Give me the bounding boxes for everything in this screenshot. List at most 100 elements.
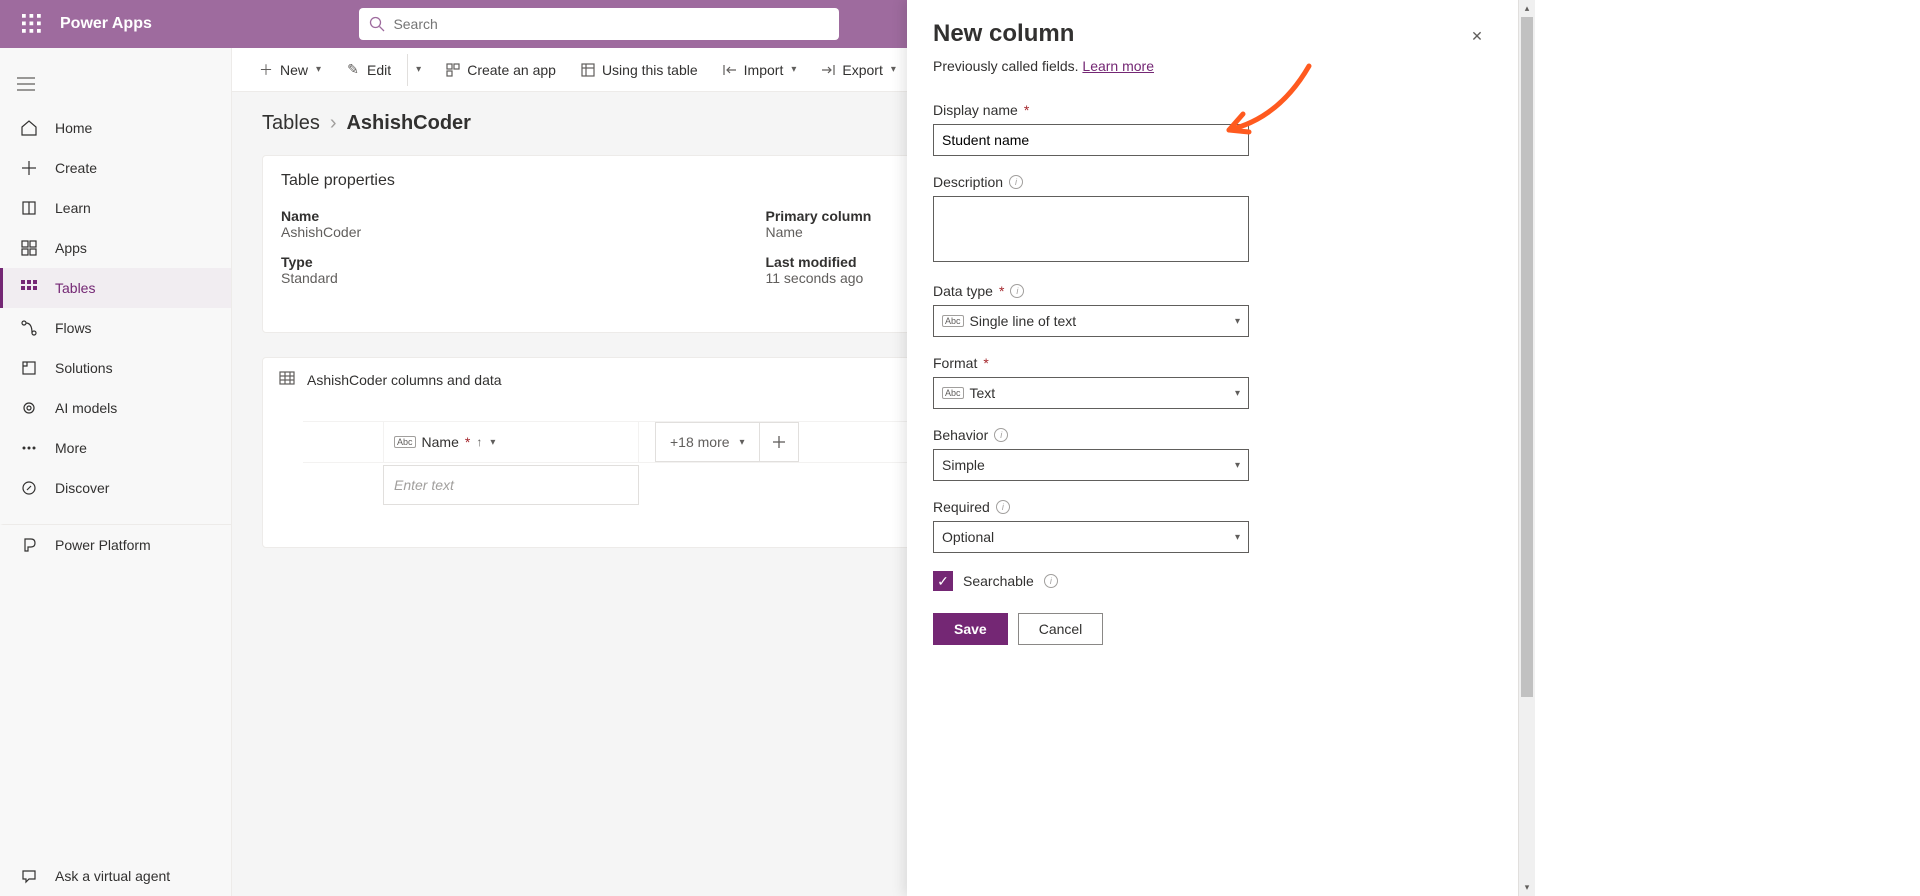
chevron-down-icon: ▾ bbox=[1235, 460, 1240, 471]
sort-asc-icon: ↑ bbox=[476, 435, 482, 449]
select-value: Single line of text bbox=[970, 313, 1077, 329]
scroll-down-arrow[interactable]: ▾ bbox=[1519, 879, 1535, 896]
ai-icon bbox=[19, 398, 39, 418]
app-icon bbox=[445, 62, 461, 78]
behavior-select[interactable]: Simple▾ bbox=[933, 449, 1249, 481]
book-icon bbox=[19, 198, 39, 218]
export-icon bbox=[820, 62, 836, 78]
chevron-down-icon: ▾ bbox=[490, 437, 495, 448]
column-header-name[interactable]: Abc Name* ↑ ▾ bbox=[383, 422, 639, 462]
nav-solutions[interactable]: Solutions bbox=[0, 348, 231, 388]
info-icon[interactable]: i bbox=[1009, 175, 1023, 189]
required-label: Requiredi bbox=[933, 499, 1249, 515]
cancel-button[interactable]: Cancel bbox=[1018, 613, 1104, 645]
cmd-label: Import bbox=[744, 62, 784, 78]
nav-item-label: Solutions bbox=[55, 360, 113, 376]
chevron-down-icon: ▾ bbox=[316, 64, 321, 75]
waffle-icon[interactable] bbox=[8, 0, 56, 48]
learn-more-link[interactable]: Learn more bbox=[1082, 58, 1154, 74]
chevron-down-icon: ▾ bbox=[416, 64, 421, 75]
cmd-edit-dropdown[interactable]: ▾ bbox=[407, 54, 431, 86]
prop-name-value: AshishCoder bbox=[281, 224, 726, 240]
flow-icon bbox=[19, 318, 39, 338]
card-title: Table properties bbox=[281, 172, 395, 190]
vertical-scrollbar[interactable]: ▴ ▾ bbox=[1518, 0, 1535, 896]
search-input[interactable] bbox=[393, 16, 829, 32]
info-icon[interactable]: i bbox=[996, 500, 1010, 514]
nav-ai-models[interactable]: AI models bbox=[0, 388, 231, 428]
cmd-edit[interactable]: ✎Edit bbox=[335, 54, 401, 86]
cmd-using-table[interactable]: Using this table bbox=[570, 54, 708, 86]
search-icon bbox=[369, 16, 385, 32]
subtitle-text: Previously called fields. bbox=[933, 58, 1082, 74]
more-columns[interactable]: +18 more▾ bbox=[655, 422, 760, 462]
cmd-new[interactable]: ＋New▾ bbox=[248, 54, 331, 86]
nav-home[interactable]: Home bbox=[0, 108, 231, 148]
nav-item-label: Create bbox=[55, 160, 97, 176]
required-select[interactable]: Optional▾ bbox=[933, 521, 1249, 553]
select-value: Optional bbox=[942, 529, 994, 545]
prop-type-value: Standard bbox=[281, 270, 726, 286]
plus-icon bbox=[19, 158, 39, 178]
prop-name-label: Name bbox=[281, 208, 726, 224]
nav-ask-agent[interactable]: Ask a virtual agent bbox=[0, 856, 231, 896]
nav-tables[interactable]: Tables bbox=[0, 268, 231, 308]
search-box[interactable] bbox=[359, 8, 839, 40]
display-name-label: Display name* bbox=[933, 102, 1249, 118]
display-name-input[interactable] bbox=[933, 124, 1249, 156]
scroll-thumb[interactable] bbox=[1521, 17, 1533, 697]
cmd-import[interactable]: Import▾ bbox=[712, 54, 807, 86]
nav-more[interactable]: More bbox=[0, 428, 231, 468]
panel-title: New column bbox=[933, 20, 1074, 48]
grid-icon bbox=[19, 238, 39, 258]
description-input[interactable] bbox=[933, 196, 1249, 262]
left-nav: Home Create Learn Apps Tables Flows Solu… bbox=[0, 48, 232, 896]
nav-item-label: Flows bbox=[55, 320, 92, 336]
select-value: Text bbox=[970, 385, 996, 401]
data-cell-input[interactable]: Enter text bbox=[383, 465, 639, 505]
nav-item-label: Discover bbox=[55, 480, 109, 496]
datatype-label: Data type*i bbox=[933, 283, 1249, 299]
compass-icon bbox=[19, 478, 39, 498]
new-column-panel: New column ✕ Previously called fields. L… bbox=[907, 0, 1519, 896]
info-icon[interactable]: i bbox=[994, 428, 1008, 442]
nav-item-label: AI models bbox=[55, 400, 117, 416]
table-icon bbox=[580, 62, 596, 78]
text-type-icon: Abc bbox=[942, 315, 964, 327]
searchable-checkbox[interactable]: ✓ bbox=[933, 571, 953, 591]
column-name: Name bbox=[422, 434, 459, 450]
description-label: Descriptioni bbox=[933, 174, 1249, 190]
add-column-button[interactable] bbox=[759, 422, 799, 462]
chat-icon bbox=[19, 866, 39, 886]
info-icon[interactable]: i bbox=[1044, 574, 1058, 588]
nav-power-platform[interactable]: Power Platform bbox=[0, 524, 231, 564]
cmd-label: Using this table bbox=[602, 62, 698, 78]
info-icon[interactable]: i bbox=[1010, 284, 1024, 298]
placeholder-text: Enter text bbox=[394, 477, 454, 493]
chevron-down-icon: ▾ bbox=[1235, 316, 1240, 327]
more-icon bbox=[19, 438, 39, 458]
breadcrumb-root[interactable]: Tables bbox=[262, 112, 320, 135]
home-icon bbox=[19, 118, 39, 138]
nav-discover[interactable]: Discover bbox=[0, 468, 231, 508]
hamburger-icon[interactable] bbox=[2, 60, 50, 108]
format-label: Format* bbox=[933, 355, 1249, 371]
panel-subtitle: Previously called fields. Learn more bbox=[933, 58, 1493, 74]
cmd-create-app[interactable]: Create an app bbox=[435, 54, 566, 86]
nav-create[interactable]: Create bbox=[0, 148, 231, 188]
nav-item-label: Learn bbox=[55, 200, 91, 216]
app-title: Power Apps bbox=[60, 15, 152, 33]
nav-flows[interactable]: Flows bbox=[0, 308, 231, 348]
nav-item-label: Apps bbox=[55, 240, 87, 256]
cmd-export[interactable]: Export▾ bbox=[810, 54, 906, 86]
nav-learn[interactable]: Learn bbox=[0, 188, 231, 228]
nav-apps[interactable]: Apps bbox=[0, 228, 231, 268]
close-button[interactable]: ✕ bbox=[1461, 20, 1493, 52]
cmd-label: Edit bbox=[367, 62, 391, 78]
format-select[interactable]: AbcText▾ bbox=[933, 377, 1249, 409]
save-button[interactable]: Save bbox=[933, 613, 1008, 645]
nav-item-label: Tables bbox=[55, 280, 95, 296]
datatype-select[interactable]: Abc Single line of text ▾ bbox=[933, 305, 1249, 337]
cmd-label: New bbox=[280, 62, 308, 78]
scroll-up-arrow[interactable]: ▴ bbox=[1519, 0, 1535, 17]
